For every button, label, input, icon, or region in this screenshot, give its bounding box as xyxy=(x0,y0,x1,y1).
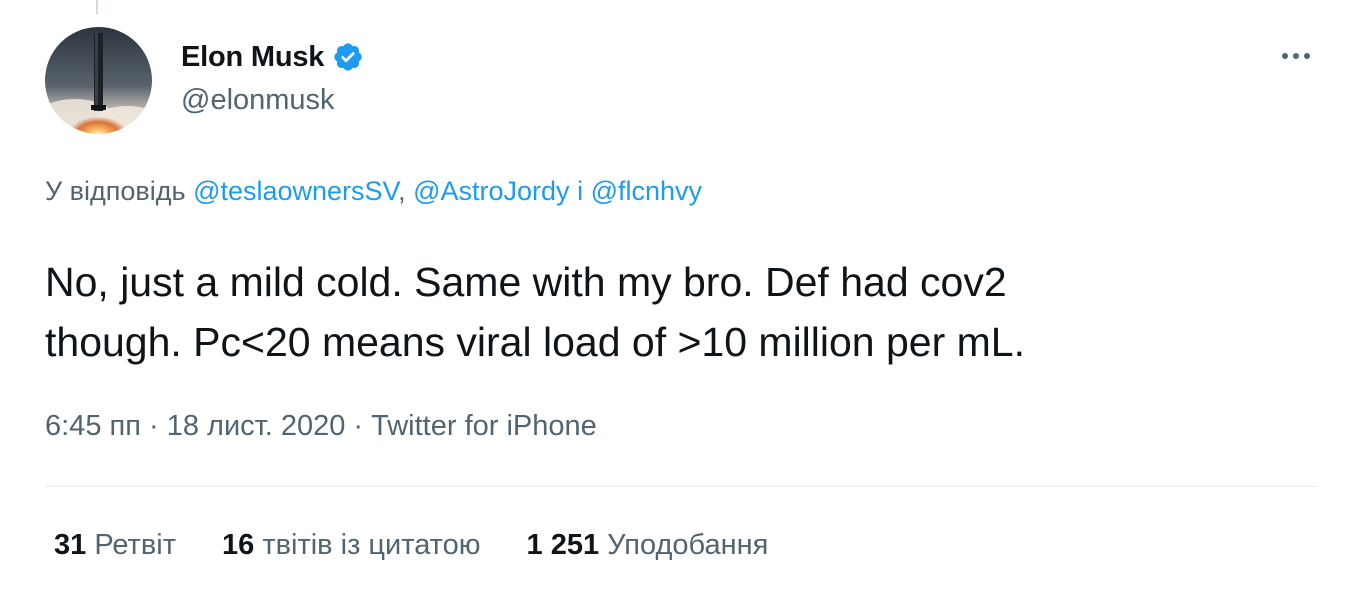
more-horizontal-icon xyxy=(1282,53,1288,59)
author-display-name[interactable]: Elon Musk xyxy=(181,41,324,74)
meta-separator: · xyxy=(345,410,372,442)
likes-count: 1 251 xyxy=(526,529,600,561)
tweet-date[interactable]: 18 лист. 2020 xyxy=(167,410,346,442)
engagement-stats: 31 Ретвіт 16 твітів із цитатою 1 251 Упо… xyxy=(54,529,768,562)
author-name-row[interactable]: Elon Musk xyxy=(181,38,364,76)
quote-tweets-label: твітів із цитатою xyxy=(262,529,481,561)
retweets-label: Ретвіт xyxy=(94,529,176,561)
reply-context: У відповідь @teslaownersSV, @AstroJordy … xyxy=(45,176,702,207)
retweets-count: 31 xyxy=(54,529,87,561)
reply-separator: , xyxy=(398,176,414,206)
more-horizontal-icon-dot xyxy=(1304,53,1310,59)
tweet-time[interactable]: 6:45 пп xyxy=(45,410,141,442)
retweets-stat[interactable]: 31 Ретвіт xyxy=(54,529,176,562)
mention-link-astrojordy[interactable]: @AstroJordy xyxy=(413,176,569,206)
stats-divider xyxy=(45,486,1317,487)
reply-prefix: У відповідь xyxy=(45,176,194,206)
verified-badge-icon xyxy=(332,41,364,73)
likes-stat[interactable]: 1 251 Уподобання xyxy=(527,529,769,562)
avatar[interactable] xyxy=(45,27,152,134)
reply-conjunction: і xyxy=(569,176,591,206)
likes-label: Уподобання xyxy=(607,529,769,561)
mention-link-flcnhvy[interactable]: @flcnhvy xyxy=(591,176,702,206)
more-options-button[interactable] xyxy=(1274,36,1318,76)
tweet-text: No, just a mild cold. Same with my bro. … xyxy=(45,259,1025,365)
tweet-source[interactable]: Twitter for iPhone xyxy=(371,410,597,442)
more-horizontal-icon-dot xyxy=(1293,53,1299,59)
author-handle[interactable]: @elonmusk xyxy=(181,84,335,117)
quote-tweets-count: 16 xyxy=(221,529,255,561)
avatar-image xyxy=(45,27,152,134)
thread-connector-line xyxy=(96,0,98,14)
mention-link-teslaownerssv[interactable]: @teslaownersSV xyxy=(193,176,398,206)
tweet-meta: 6:45 пп · 18 лист. 2020 · Twitter for iP… xyxy=(45,410,597,443)
meta-separator: · xyxy=(140,410,167,442)
quote-tweets-stat[interactable]: 16 твітів із цитатою xyxy=(222,529,481,562)
